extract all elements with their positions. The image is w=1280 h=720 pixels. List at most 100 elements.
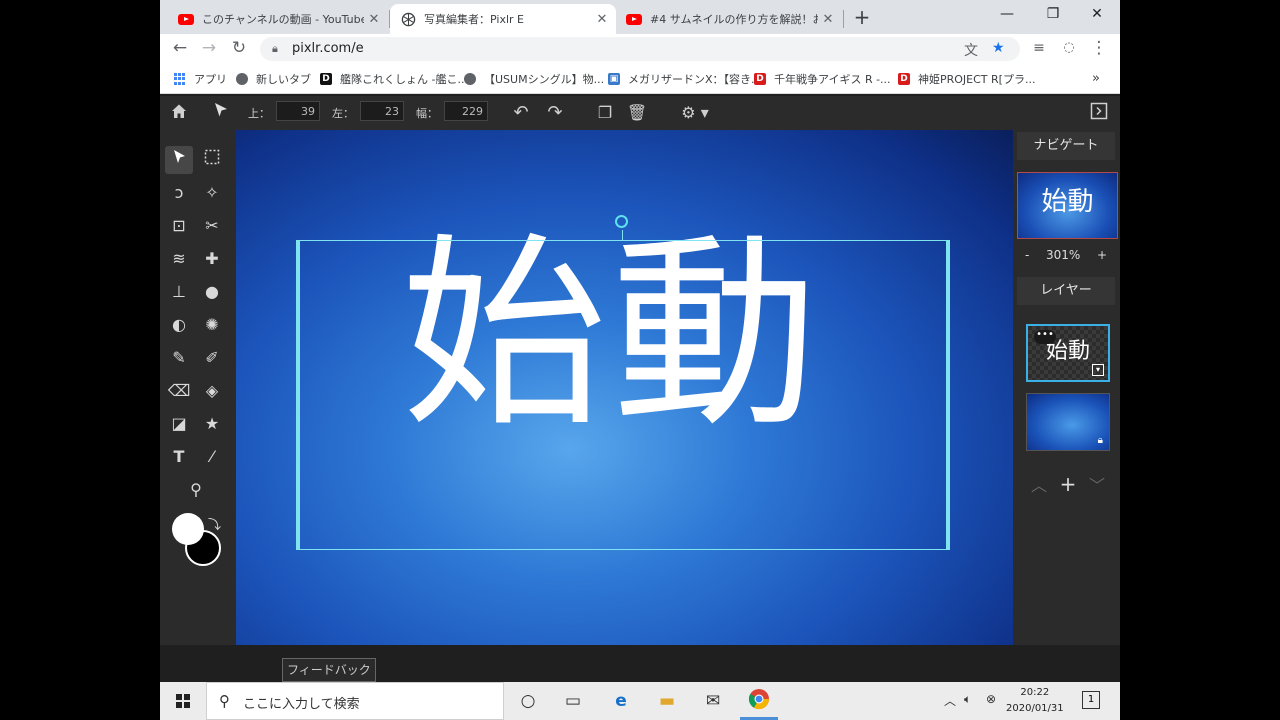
- tab-thumbnail-video[interactable]: #4 サムネイルの作り方を解説！おすすめ ✕: [616, 4, 842, 34]
- resize-handle-left[interactable]: [297, 241, 300, 549]
- navigator-heading: ナビゲート: [1017, 132, 1115, 160]
- add-layer-icon[interactable]: +: [1060, 472, 1077, 496]
- bookmark-label: メガリザードンX：【容き...: [628, 73, 762, 86]
- show-hidden-icons[interactable]: ︿: [944, 692, 956, 709]
- lasso-icon[interactable]: ↄ: [165, 179, 193, 207]
- feedback-button[interactable]: フィードバック: [282, 658, 376, 682]
- swap-colors-icon[interactable]: ⤵: [208, 514, 221, 533]
- back-icon[interactable]: ←: [169, 38, 191, 60]
- profile-icon[interactable]: ◌: [1058, 38, 1080, 60]
- maximize-icon[interactable]: ❐: [1030, 0, 1076, 30]
- bookmark-usum[interactable]: 【USUMシングル】物...: [464, 71, 604, 87]
- width-input[interactable]: 229: [444, 101, 488, 121]
- move-layer-down-icon[interactable]: ﹀: [1089, 472, 1105, 496]
- layer-background-thumbnail[interactable]: 🔒︎: [1026, 393, 1110, 451]
- bookmark-new-tab[interactable]: 新しいタブ: [236, 71, 311, 87]
- chrome-icon[interactable]: [746, 688, 772, 714]
- more-bookmarks-button[interactable]: »: [1092, 71, 1100, 86]
- pixlr-bottom-bar: フィードバック: [160, 645, 1120, 682]
- clock[interactable]: 20:22 2020/01/31: [1006, 685, 1064, 717]
- reload-icon[interactable]: ↻: [228, 38, 250, 60]
- cutout-scissors-icon[interactable]: ✂: [198, 212, 226, 240]
- resize-handle-right[interactable]: [946, 241, 949, 549]
- notification-center-icon[interactable]: 1: [1082, 691, 1100, 709]
- menu-kebab-icon[interactable]: ⋮: [1088, 38, 1110, 60]
- bookmark-shinki[interactable]: D 神姫PROJECT R[プラ...: [898, 71, 1035, 87]
- tab-pixlr[interactable]: 写真編集者：Pixlr E ✕: [390, 4, 616, 34]
- file-explorer-icon[interactable]: ▬: [654, 688, 680, 714]
- text-tool-icon[interactable]: T: [165, 443, 193, 471]
- gradient-icon[interactable]: ◪: [165, 410, 193, 438]
- close-tab-icon[interactable]: ✕: [592, 12, 612, 27]
- close-tab-icon[interactable]: ✕: [818, 12, 838, 27]
- start-button[interactable]: [160, 682, 206, 720]
- windows-taskbar: ⚲ ここに入力して検索 ○ ▭ e ▬ ✉ ︿ 🔈︎ ⊗ 20:22 2020/…: [160, 682, 1120, 720]
- bookmark-mega-charizard[interactable]: ▣ メガリザードンX：【容き...: [608, 71, 762, 87]
- address-bar[interactable]: 🔒︎ pixlr.com/e 文 ★: [260, 37, 1020, 61]
- canvas[interactable]: 始動: [236, 130, 1013, 645]
- trash-icon[interactable]: 🗑︎: [626, 102, 648, 124]
- translate-icon[interactable]: 文: [964, 40, 978, 60]
- page-icon: ▣: [608, 73, 620, 85]
- crop-icon[interactable]: ⊡: [165, 212, 193, 240]
- foreground-color-swatch[interactable]: [172, 513, 204, 545]
- mail-icon[interactable]: ✉: [700, 688, 726, 714]
- layer-settings-icon[interactable]: ▾: [1092, 364, 1104, 376]
- magic-wand-icon[interactable]: ✧: [198, 179, 226, 207]
- taskbar-search[interactable]: ⚲ ここに入力して検索: [206, 682, 504, 720]
- network-error-icon[interactable]: ⊗: [986, 692, 996, 706]
- eraser-icon[interactable]: ⌫: [165, 377, 193, 405]
- selection-bounding-box[interactable]: [296, 240, 950, 550]
- home-icon[interactable]: [168, 102, 190, 124]
- media-control-icon[interactable]: ≡: [1028, 38, 1050, 60]
- search-icon: ⚲: [219, 692, 230, 710]
- layer-text-thumbnail[interactable]: ••• 始動 ▾: [1026, 324, 1110, 382]
- top-input[interactable]: 39: [276, 101, 320, 121]
- forward-icon[interactable]: →: [198, 38, 220, 60]
- heal-bandage-icon[interactable]: ✚: [198, 245, 226, 273]
- collapse-panel-icon[interactable]: [1088, 102, 1110, 124]
- left-input[interactable]: 23: [360, 101, 404, 121]
- undo-icon[interactable]: ↶: [510, 102, 532, 124]
- minimize-icon[interactable]: —: [984, 0, 1030, 30]
- bookmarks-bar: アプリ 新しいタブ D 艦隊これくしょん -艦こ... 【USUMシングル】物.…: [160, 64, 1120, 94]
- bookmark-label: 神姫PROJECT R[プラ...: [918, 73, 1036, 86]
- zoom-in-button[interactable]: +: [1097, 248, 1107, 262]
- layer-options-icon[interactable]: •••: [1034, 330, 1056, 344]
- liquify-icon[interactable]: ≋: [165, 245, 193, 273]
- pencil-icon[interactable]: ✎: [165, 344, 193, 372]
- close-window-icon[interactable]: ✕: [1074, 0, 1120, 30]
- duplicate-icon[interactable]: ❐: [594, 102, 616, 124]
- fill-bucket-icon[interactable]: ◈: [198, 377, 226, 405]
- bookmark-apps[interactable]: アプリ: [174, 71, 227, 87]
- close-tab-icon[interactable]: ✕: [364, 12, 384, 27]
- color-picker-icon[interactable]: ⁄: [198, 443, 226, 471]
- task-view-icon[interactable]: ▭: [560, 688, 586, 714]
- navigator-thumbnail[interactable]: 始動: [1017, 172, 1118, 239]
- dodge-burn-icon[interactable]: ◐: [165, 311, 193, 339]
- tab-youtube-studio[interactable]: このチャンネルの動画 - YouTube Studio ✕: [168, 4, 388, 34]
- bookmark-kancolle[interactable]: D 艦隊これくしょん -艦こ...: [320, 71, 468, 87]
- zoom-magnifier-icon[interactable]: ⚲: [182, 476, 210, 504]
- new-tab-button[interactable]: +: [850, 6, 874, 30]
- bookmark-label: アプリ: [194, 73, 227, 86]
- move-layer-up-icon[interactable]: ︿: [1031, 472, 1047, 496]
- redo-icon[interactable]: ↷: [544, 102, 566, 124]
- arrow-tool-icon[interactable]: [210, 102, 232, 124]
- arrange-tool-icon[interactable]: [165, 146, 193, 174]
- bookmark-star-icon[interactable]: ★: [992, 40, 1005, 56]
- blur-drop-icon[interactable]: ●: [198, 278, 226, 306]
- zoom-out-button[interactable]: -: [1025, 248, 1029, 262]
- bookmark-aigis[interactable]: D 千年戦争アイギス R -...: [754, 71, 891, 87]
- marquee-select-icon[interactable]: [198, 146, 226, 174]
- edge-browser-icon[interactable]: e: [608, 688, 634, 714]
- cortana-icon[interactable]: ○: [515, 688, 541, 714]
- rotate-handle[interactable]: [615, 215, 628, 228]
- shape-star-icon[interactable]: ★: [198, 410, 226, 438]
- volume-icon[interactable]: 🔈︎: [964, 692, 971, 707]
- layer-controls: ︿ + ﹀: [1031, 472, 1105, 496]
- sponge-icon[interactable]: ✺: [198, 311, 226, 339]
- clone-stamp-icon[interactable]: ⊥: [165, 278, 193, 306]
- brush-icon[interactable]: ✐: [198, 344, 226, 372]
- settings-gear-icon[interactable]: ⚙ ▾: [678, 102, 712, 124]
